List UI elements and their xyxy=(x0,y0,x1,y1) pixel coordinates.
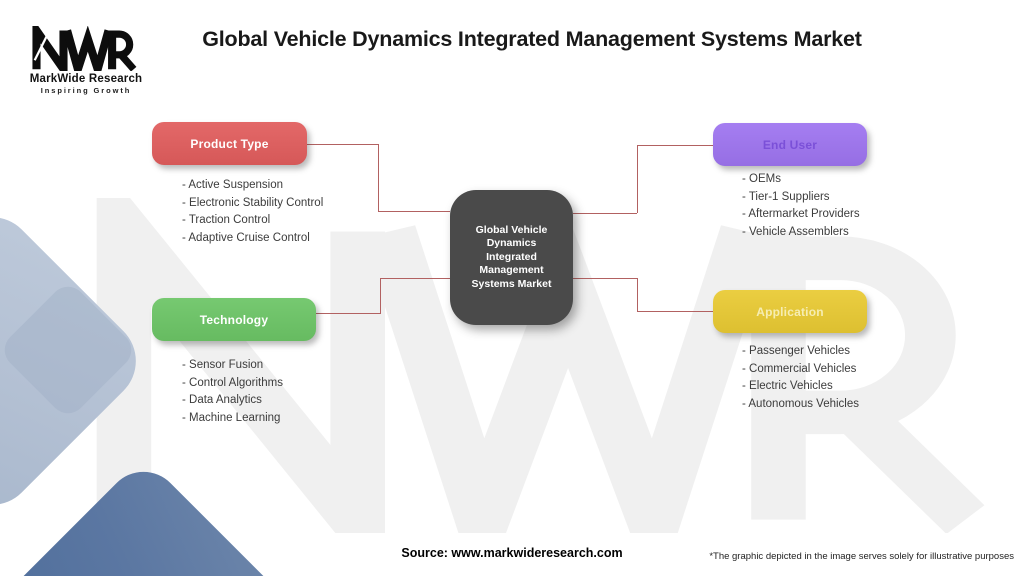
category-box-application: Application xyxy=(713,290,867,333)
connector-line xyxy=(637,278,638,311)
connector-line xyxy=(637,145,713,146)
category-list-application: - Passenger Vehicles - Commercial Vehicl… xyxy=(742,343,859,413)
list-item: - OEMs xyxy=(742,173,781,185)
category-list-product-type: - Active Suspension - Electronic Stabili… xyxy=(182,177,323,247)
list-item: - Commercial Vehicles xyxy=(742,362,857,375)
category-label-product-type: Product Type xyxy=(190,136,269,151)
connector-line xyxy=(380,278,450,279)
category-label-application: Application xyxy=(756,304,824,319)
list-item: - Adaptive Cruise Control xyxy=(182,231,310,244)
connector-line xyxy=(378,211,450,212)
list-item: - Electric Vehicles xyxy=(742,380,833,393)
center-node-label: Global Vehicle Dynamics Integrated Manag… xyxy=(471,223,552,290)
connector-line xyxy=(637,145,638,213)
category-box-end-user: End User xyxy=(713,123,867,166)
connector-line xyxy=(307,144,378,145)
brand-tagline: Inspiring Growth xyxy=(40,86,132,95)
list-item: - Autonomous Vehicles xyxy=(742,397,859,410)
category-label-technology: Technology xyxy=(199,312,269,327)
brand-name: MarkWide Research xyxy=(29,73,143,85)
list-item: - Vehicle Assemblers xyxy=(742,225,849,238)
list-item: - Traction Control xyxy=(182,214,271,227)
list-item: - Passenger Vehicles xyxy=(742,345,851,357)
list-item: - Data Analytics xyxy=(182,394,262,407)
connector-line xyxy=(378,144,379,211)
connector-line xyxy=(380,278,381,313)
list-item: - Aftermarket Providers xyxy=(742,208,860,221)
list-item: - Sensor Fusion xyxy=(182,359,264,371)
infographic-canvas: MarkWide Research Inspiring Growth Globa… xyxy=(0,0,1024,576)
center-node: Global Vehicle Dynamics Integrated Manag… xyxy=(450,190,573,325)
category-box-product-type: Product Type xyxy=(152,122,307,165)
connector-line xyxy=(573,213,637,214)
connector-line xyxy=(316,313,381,314)
category-label-end-user: End User xyxy=(762,137,818,152)
diagram-title: Global Vehicle Dynamics Integrated Manag… xyxy=(202,27,862,51)
connector-line xyxy=(637,311,713,312)
category-list-technology: - Sensor Fusion - Control Algorithms - D… xyxy=(182,357,283,427)
list-item: - Active Suspension xyxy=(182,179,284,191)
disclaimer-text: *The graphic depicted in the image serve… xyxy=(709,551,1014,562)
category-list-end-user: - OEMs - Tier-1 Suppliers - Aftermarket … xyxy=(742,171,860,241)
list-item: - Control Algorithms xyxy=(182,376,283,389)
category-box-technology: Technology xyxy=(152,298,316,341)
connector-line xyxy=(573,278,637,279)
list-item: - Machine Learning xyxy=(182,411,281,424)
list-item: - Electronic Stability Control xyxy=(182,196,324,209)
list-item: - Tier-1 Suppliers xyxy=(742,190,830,203)
